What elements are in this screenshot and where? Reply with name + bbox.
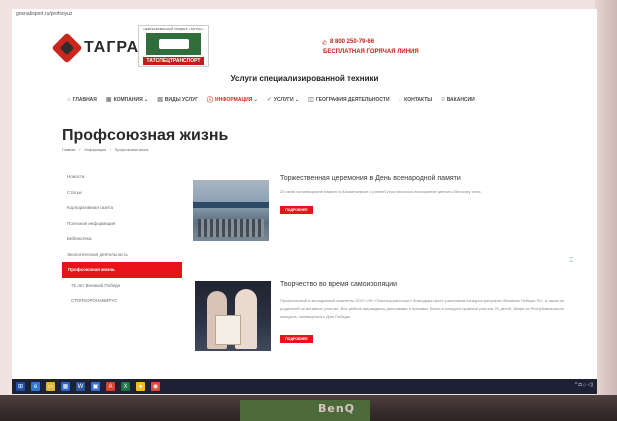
nav-label: ГЛАВНАЯ xyxy=(72,96,97,103)
word-icon[interactable]: W xyxy=(76,382,85,391)
nav-label: КОНТАКТЫ xyxy=(404,96,433,103)
logo2-name: ТАТСПЕЦТРАНСПОРТ xyxy=(143,57,204,65)
phone-icon: ✆ xyxy=(322,41,328,47)
folder-icon[interactable]: ▭ xyxy=(46,382,55,391)
logo2-caption: НЕФТЕСЕРВИСНЫЙ ХОЛДИНГ «ТАГРАС» xyxy=(143,27,204,31)
page-title: Профсоюзная жизнь xyxy=(62,127,229,144)
read-more-button[interactable]: ПОДРОБНЕЕ xyxy=(280,206,313,214)
excel-icon[interactable]: X xyxy=(121,382,130,391)
services-title: Услуги специализированной техники xyxy=(230,74,379,83)
breadcrumb-information[interactable]: Информация xyxy=(84,148,105,152)
browser-viewport: gosnabsport.ru/profsoyuz ТАГРАС НЕФТЕСЕР… xyxy=(12,9,597,394)
home-icon: ⌂ xyxy=(67,96,71,103)
photo-frame-edge xyxy=(595,0,617,421)
nav-label: УСЛУГИ ⌄ xyxy=(273,96,300,103)
monitor-brand-logo: BenQ xyxy=(318,402,356,415)
sidebar-item-victory-75[interactable]: 75 лет Великой Победе xyxy=(62,278,182,294)
info-icon: ⓘ xyxy=(207,98,214,104)
tatspectrans-logo[interactable]: НЕФТЕСЕРВИСНЫЙ ХОЛДИНГ «ТАГРАС» ТАТСПЕЦТ… xyxy=(138,25,209,67)
sidebar-item-newspaper[interactable]: Корпоративная газета xyxy=(62,200,182,216)
company-icon: ▣ xyxy=(105,97,112,103)
tagras-logo-icon[interactable] xyxy=(51,32,83,64)
read-more-button[interactable]: ПОДРОБНЕЕ xyxy=(280,335,313,343)
edge-icon[interactable]: e xyxy=(31,382,40,391)
app-yellow-icon[interactable]: ● xyxy=(136,382,145,391)
post-title[interactable]: Творчество во время самоизоляции xyxy=(280,281,397,288)
windows-taskbar: ⊞ e ▭ ▦ W ▣ A X ● ◉ xyxy=(12,379,597,394)
nav-label: ИНФОРМАЦИЯ ⌄ xyxy=(215,96,258,103)
start-icon[interactable]: ⊞ xyxy=(16,382,25,391)
sidebar-item-ecology[interactable]: Экологическая деятельность xyxy=(62,247,182,263)
acrobat-icon[interactable]: A xyxy=(106,382,115,391)
nav-label: ВИДЫ УСЛУГ xyxy=(164,96,199,103)
app-icon[interactable]: ▣ xyxy=(91,382,100,391)
check-icon: ✓ xyxy=(266,97,272,103)
phone-number[interactable]: 8 800 250-79-66 xyxy=(330,39,374,45)
breadcrumb-home[interactable]: Главная xyxy=(62,148,75,152)
nav-company[interactable]: ▣ КОМПАНИЯ ⌄ xyxy=(106,95,148,104)
breadcrumb-current: Профсоюзная жизнь xyxy=(114,148,149,152)
breadcrumb-separator: / xyxy=(109,148,111,152)
system-tray[interactable]: ^ ◘ ⌂ ◁) xyxy=(575,382,593,388)
sidebar-item-articles[interactable]: Статьи xyxy=(62,185,182,201)
nav-contacts[interactable]: ◌ КОНТАКТЫ xyxy=(399,95,433,104)
sidebar-item-stopcoronavirus[interactable]: СТОПКОРОНАВИРУС xyxy=(62,293,182,309)
hotline-label: БЕСПЛАТНАЯ ГОРЯЧАЯ ЛИНИЯ xyxy=(323,49,419,55)
nav-service-types[interactable]: ▤ ВИДЫ УСЛУГ xyxy=(157,95,198,104)
sidebar-item-union-life[interactable]: Профсоюзная жизнь xyxy=(62,262,182,278)
nav-geography[interactable]: ◫ ГЕОГРАФИЯ ДЕЯТЕЛЬНОСТИ xyxy=(308,95,389,104)
post-excerpt: Профсоюзный и молодежный комитеты ООО «У… xyxy=(280,298,565,319)
outlook-icon[interactable]: ▦ xyxy=(61,382,70,391)
map-icon: ◫ xyxy=(308,97,314,103)
nav-vacancies[interactable]: ≡ ВАКАНСИИ xyxy=(441,95,475,104)
nav-information[interactable]: ⓘ ИНФОРМАЦИЯ ⌄ xyxy=(207,95,258,105)
nav-label: ГЕОГРАФИЯ ДЕЯТЕЛЬНОСТИ xyxy=(315,96,390,103)
sidebar-menu: Новости Статьи Корпоративная газета Поле… xyxy=(62,169,182,309)
sidebar-item-library[interactable]: Библиотека xyxy=(62,231,182,247)
post-title[interactable]: Торжественная церемония в День всенародн… xyxy=(280,175,461,182)
post-image-drawings[interactable] xyxy=(195,281,271,351)
nav-home[interactable]: ⌂ ГЛАВНАЯ xyxy=(67,95,97,104)
sidebar-item-useful-info[interactable]: Полезная информация xyxy=(62,216,182,232)
main-nav: ⌂ ГЛАВНАЯ ▣ КОМПАНИЯ ⌄ ▤ ВИДЫ УСЛУГ ⓘ ИН… xyxy=(67,95,475,105)
post-excerpt: 22 июня на мемориале памяти в Альметьевс… xyxy=(280,189,482,194)
mouse-cursor-icon: ⌶ xyxy=(569,257,574,264)
nav-label: ВАКАНСИИ xyxy=(446,96,475,103)
breadcrumb: Главная / Информация / Профсоюзная жизнь xyxy=(62,148,148,152)
breadcrumb-separator: / xyxy=(79,148,81,152)
sidebar-item-news[interactable]: Новости xyxy=(62,169,182,185)
services-list-icon: ▤ xyxy=(157,97,163,103)
location-icon: ◌ xyxy=(398,96,403,103)
chrome-icon[interactable]: ◉ xyxy=(151,382,160,391)
nav-services[interactable]: ✓ УСЛУГИ ⌄ xyxy=(267,95,299,104)
truck-icon xyxy=(146,33,201,55)
address-bar[interactable]: gosnabsport.ru/profsoyuz xyxy=(16,11,72,17)
nav-label: КОМПАНИЯ ⌄ xyxy=(113,96,149,103)
list-icon: ≡ xyxy=(441,96,445,103)
post-image-memorial[interactable] xyxy=(193,180,269,241)
